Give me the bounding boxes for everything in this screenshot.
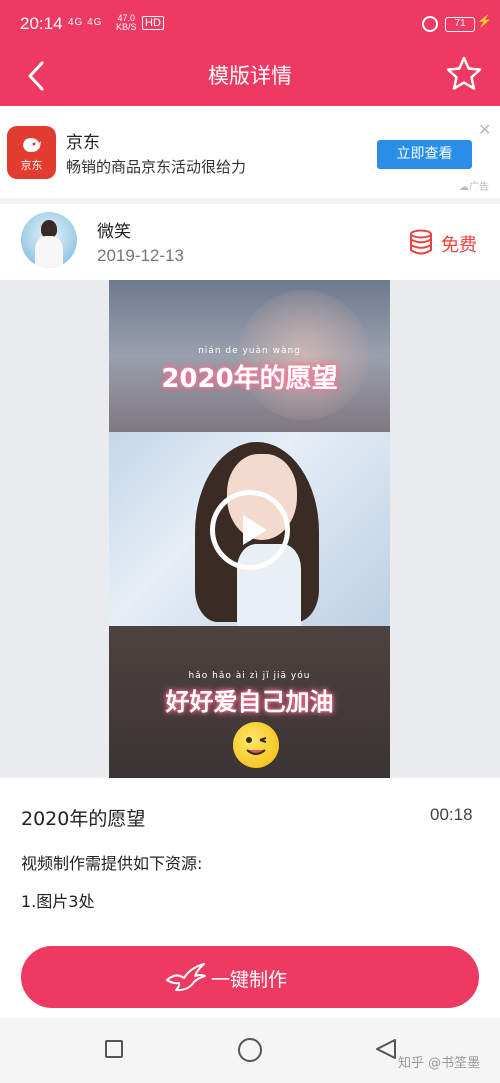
video-top-pinyin: nián de yuàn wàng [198, 346, 301, 356]
recent-apps-icon[interactable] [105, 1040, 123, 1058]
network-speed: 47.0 KB/S [116, 14, 137, 32]
jd-logo-text: 京东 [20, 159, 43, 172]
top-nav-bar: 模版详情 [0, 48, 500, 106]
video-duration: 00:18 [430, 805, 473, 824]
rotation-lock-icon [422, 16, 438, 32]
network-speed-unit: KB/S [116, 22, 137, 32]
bird-icon [166, 963, 206, 992]
watermark: 知乎 @书筌墨 [398, 1056, 481, 1071]
home-icon[interactable] [238, 1038, 262, 1062]
make-video-label: 一键制作 [211, 969, 288, 991]
ad-description: 畅销的商品京东活动很给力 [66, 158, 247, 176]
avatar-body [35, 236, 63, 268]
page-title: 模版详情 [208, 64, 292, 88]
ad-close-icon[interactable]: ✕ [478, 122, 491, 138]
favorite-star-icon[interactable] [444, 54, 484, 94]
play-circle-icon[interactable] [210, 490, 290, 570]
template-title: 2020年的愿望 [21, 808, 146, 830]
author-name: 微笑 [97, 222, 131, 242]
charging-icon: ⚡ [477, 14, 492, 28]
video-top-caption: 2020年的愿望 [161, 364, 338, 394]
ad-tag-label: 广告 [469, 182, 489, 193]
ad-view-button[interactable]: 立即查看 [377, 140, 472, 169]
make-video-button[interactable]: 一键制作 [21, 946, 479, 1008]
status-time: 20:14 [20, 14, 63, 33]
ad-advertiser-name: 京东 [66, 133, 100, 153]
jd-app-logo: 京东 [7, 126, 56, 179]
play-triangle [243, 515, 267, 545]
resource-item: 1.图片3处 [21, 892, 95, 911]
publish-date: 2019-12-13 [97, 246, 184, 265]
video-bottom-pinyin: hǎo hǎo ài zì jǐ jiā yóu [188, 671, 311, 681]
battery-level: 71 [445, 17, 475, 32]
video-frame-top [109, 280, 390, 432]
system-back-icon[interactable] [375, 1038, 397, 1060]
video-player[interactable]: nián de yuàn wàng 2020年的愿望 hǎo hǎo ài zì… [109, 280, 390, 778]
wink-emoji-icon [233, 722, 279, 768]
price-label: 免费 [441, 235, 477, 256]
ad-tag: ☁广告 [459, 182, 489, 193]
avatar[interactable] [21, 212, 77, 268]
hd-badge: HD [142, 16, 164, 30]
status-bar: 20:14 4G 4G 47.0 KB/S HD 71 ⚡ [0, 0, 500, 48]
coin-stack-icon [410, 229, 432, 255]
video-bottom-caption: 好好爱自己加油 [165, 688, 334, 716]
resource-header: 视频制作需提供如下资源: [21, 854, 203, 873]
jd-dog-icon [23, 138, 41, 152]
signal-indicator: 4G 4G [68, 17, 103, 28]
